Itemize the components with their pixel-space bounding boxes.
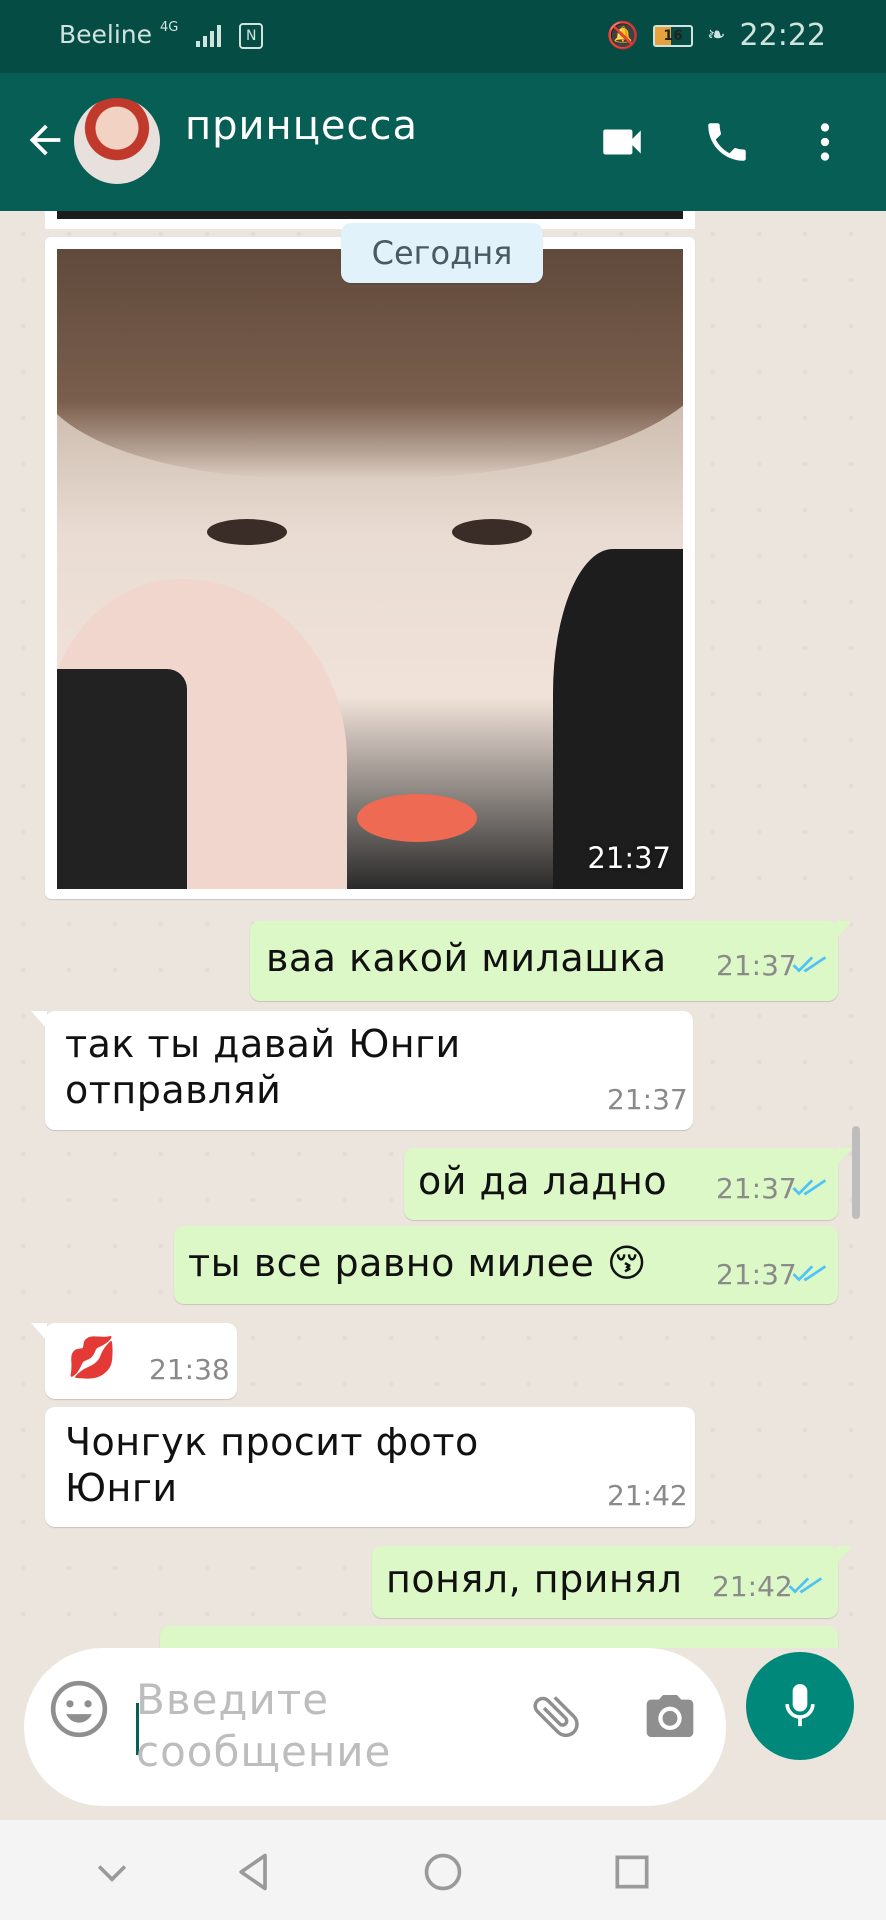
nfc-icon: N bbox=[239, 23, 264, 49]
photo-image[interactable]: 21:37 bbox=[57, 249, 683, 889]
mic-button[interactable] bbox=[746, 1652, 854, 1760]
message-text: ой да ладно bbox=[418, 1159, 668, 1203]
chat-header: принцесса bbox=[0, 73, 886, 211]
photo-message[interactable]: 21:37 bbox=[45, 237, 695, 899]
message-input[interactable]: Введите сообщение bbox=[136, 1674, 391, 1778]
nav-back-icon[interactable] bbox=[232, 1850, 276, 1894]
message-bubble[interactable]: ты все равно милее 😚 21:37 bbox=[174, 1226, 838, 1304]
message-time: 21:37 bbox=[716, 1172, 797, 1205]
battery-level: 16 bbox=[663, 27, 683, 44]
message-time: 21:37 bbox=[607, 1083, 688, 1116]
message-time: 21:38 bbox=[149, 1353, 230, 1386]
photo-time: 21:37 bbox=[587, 841, 671, 875]
message-bubble-partial[interactable] bbox=[160, 1626, 838, 1648]
carrier-name: Beeline bbox=[59, 20, 153, 49]
signal-icon bbox=[196, 25, 222, 47]
message-text: ваа какой милашка bbox=[266, 936, 667, 980]
attach-icon[interactable] bbox=[528, 1688, 584, 1744]
read-ticks-icon bbox=[792, 1179, 827, 1196]
message-time: 21:37 bbox=[716, 949, 797, 982]
date-chip: Сегодня bbox=[341, 223, 543, 283]
message-text: понял, принял bbox=[386, 1557, 683, 1601]
message-bubble[interactable]: ваа какой милашка 21:37 bbox=[250, 921, 852, 1001]
message-time: 21:42 bbox=[607, 1479, 688, 1512]
contact-name[interactable]: принцесса bbox=[185, 103, 418, 149]
message-bubble[interactable]: понял, принял 21:42 bbox=[372, 1546, 852, 1618]
camera-icon[interactable] bbox=[642, 1688, 698, 1744]
message-bubble[interactable]: Чонгук просит фото Юнги 21:42 bbox=[45, 1407, 695, 1527]
message-time: 21:42 bbox=[712, 1570, 793, 1603]
phone-icon[interactable] bbox=[699, 117, 755, 167]
message-text: 💋 bbox=[67, 1335, 118, 1381]
status-bar: Beeline 4G N 🔕 16 ❧ 22:22 bbox=[0, 0, 886, 73]
scrollbar[interactable] bbox=[852, 1126, 860, 1219]
nav-home-icon[interactable] bbox=[421, 1850, 465, 1894]
nav-recents-icon[interactable] bbox=[610, 1850, 654, 1894]
status-right: 🔕 16 ❧ 22:22 bbox=[607, 18, 826, 53]
nav-hide-keyboard-icon[interactable] bbox=[90, 1850, 134, 1894]
network-type: 4G bbox=[159, 20, 179, 35]
more-vert-icon[interactable] bbox=[797, 117, 853, 167]
read-ticks-icon bbox=[792, 1265, 827, 1282]
message-bubble[interactable]: 💋 21:38 bbox=[31, 1323, 237, 1399]
chat-area[interactable]: 21:37 Сегодня ваа какой милашка 21:37 та… bbox=[0, 211, 886, 1648]
mic-icon bbox=[785, 1684, 815, 1727]
mute-icon: 🔕 bbox=[606, 20, 640, 51]
message-text: ты все равно милее 😚 bbox=[188, 1241, 648, 1285]
video-call-icon[interactable] bbox=[594, 117, 650, 167]
message-text: Чонгук просит фото Юнги bbox=[65, 1420, 479, 1510]
back-arrow-icon[interactable] bbox=[22, 117, 68, 163]
status-left: Beeline 4G N bbox=[59, 20, 264, 49]
battery-icon: 16 bbox=[653, 24, 694, 47]
system-nav-bar bbox=[0, 1820, 886, 1920]
leaf-icon: ❧ bbox=[707, 23, 726, 48]
message-bubble[interactable]: ой да ладно 21:37 bbox=[404, 1148, 852, 1220]
contact-avatar[interactable] bbox=[74, 98, 160, 184]
read-ticks-icon bbox=[792, 956, 827, 973]
message-composer[interactable]: Введите сообщение bbox=[24, 1648, 726, 1806]
message-bubble[interactable]: так ты давай Юнги отправляй 21:37 bbox=[31, 1011, 693, 1130]
emoji-icon[interactable] bbox=[48, 1678, 110, 1740]
status-time: 22:22 bbox=[739, 18, 826, 53]
read-ticks-icon bbox=[788, 1577, 823, 1594]
message-time: 21:37 bbox=[716, 1258, 797, 1291]
message-text: так ты давай Юнги отправляй bbox=[65, 1022, 461, 1112]
